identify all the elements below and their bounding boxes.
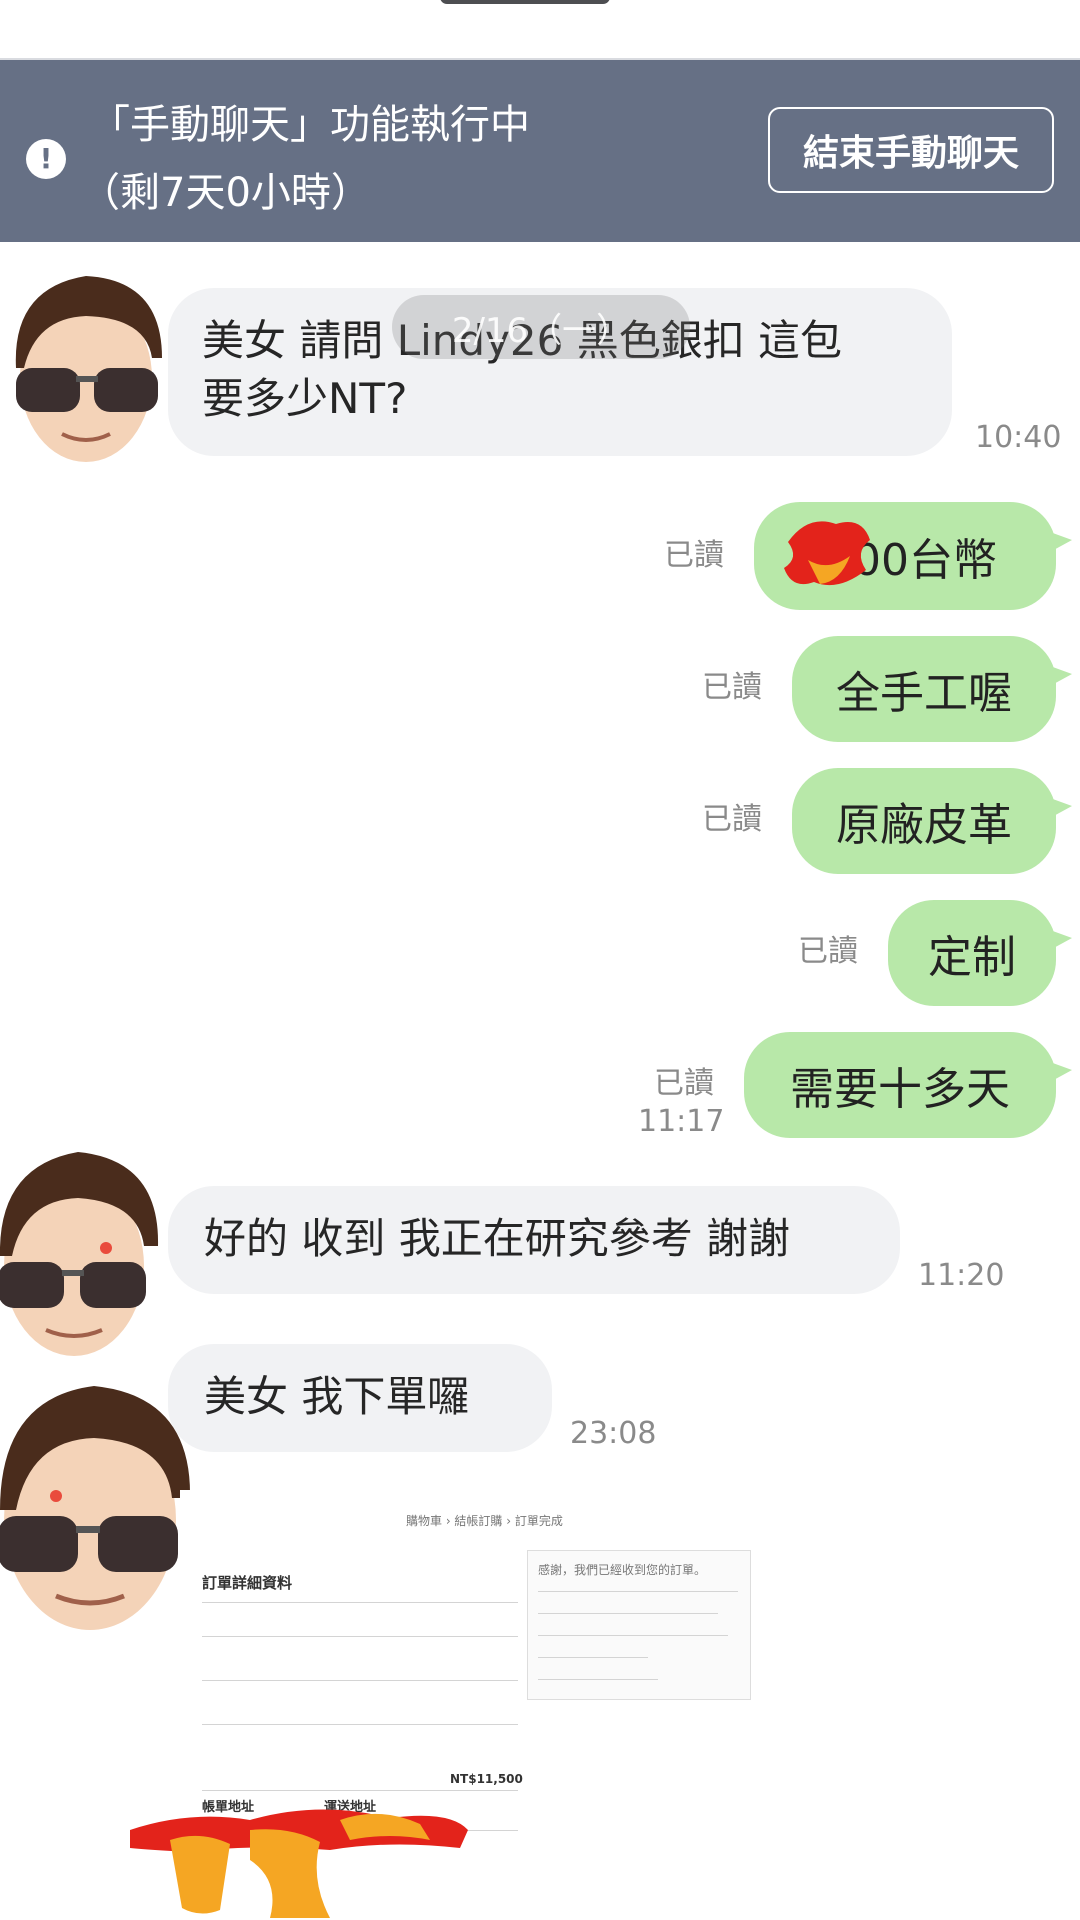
outgoing-message[interactable]: 全手工喔 — [792, 636, 1072, 742]
avatar[interactable] — [6, 258, 166, 472]
divider — [202, 1724, 518, 1725]
message-text: 需要十多天 — [790, 1064, 1010, 1115]
divider — [538, 1613, 718, 1614]
message-text: 00台幣 — [853, 535, 997, 586]
order-summary-panel: 感謝，我們已經收到您的訂單。 — [527, 1550, 751, 1700]
message-time: 11:17 — [638, 1104, 725, 1139]
message-time: 10:40 — [975, 420, 1062, 455]
read-receipt: 已讀 — [664, 538, 724, 573]
message-text: 原廠皮革 — [836, 800, 1012, 851]
message-text: 要多少NT? — [202, 374, 408, 423]
divider — [538, 1635, 728, 1636]
breadcrumb: 購物車 › 結帳訂購 › 訂單完成 — [406, 1514, 563, 1528]
banner-remaining-time: （剩7天0小時） — [80, 170, 371, 216]
avatar[interactable] — [0, 1370, 196, 1640]
read-receipt: 已讀 — [702, 670, 762, 705]
avatar[interactable] — [0, 1136, 164, 1366]
read-receipt: 已讀 — [702, 802, 762, 837]
divider — [202, 1636, 518, 1637]
exclamation-icon: ! — [26, 139, 66, 179]
chat-screen: ! 「手動聊天」功能執行中 （剩7天0小時） 結束手動聊天 美女 請問 Lind… — [0, 0, 1080, 1920]
redaction-mark — [784, 521, 870, 586]
order-total: NT$11,500 — [450, 1772, 523, 1786]
read-receipt: 已讀 — [654, 1066, 714, 1101]
banner-title: 「手動聊天」功能執行中 — [90, 102, 530, 148]
message-text: 全手工喔 — [836, 668, 1012, 719]
divider — [538, 1657, 648, 1658]
message-text: 好的 收到 我正在研究參考 謝謝 — [204, 1214, 791, 1263]
order-heading: 訂單詳細資料 — [202, 1574, 293, 1592]
divider — [202, 1602, 518, 1603]
outgoing-message[interactable]: 定制 — [888, 900, 1072, 1006]
outgoing-message[interactable]: 需要十多天 — [744, 1032, 1072, 1138]
redaction-mark — [130, 1809, 468, 1918]
divider — [538, 1591, 738, 1592]
order-received-note: 感謝，我們已經收到您的訂單。 — [538, 1563, 707, 1577]
message-text: 定制 — [928, 932, 1016, 983]
message-time: 11:20 — [918, 1258, 1005, 1293]
status-bar — [0, 0, 1080, 60]
message-time: 23:08 — [570, 1416, 657, 1451]
read-receipt: 已讀 — [798, 934, 858, 969]
incoming-message[interactable]: 好的 收到 我正在研究參考 謝謝 — [168, 1186, 900, 1294]
end-manual-chat-button[interactable]: 結束手動聊天 — [768, 107, 1054, 193]
divider — [202, 1680, 518, 1681]
date-separator: 2/16（一） — [392, 295, 690, 359]
divider — [202, 1790, 518, 1791]
divider — [538, 1679, 658, 1680]
message-text: 美女 我下單囉 — [204, 1372, 470, 1421]
outgoing-message[interactable]: 原廠皮革 — [792, 768, 1072, 874]
status-bar-cutoff — [440, 0, 610, 4]
incoming-message[interactable]: 美女 我下單囉 — [168, 1344, 552, 1452]
